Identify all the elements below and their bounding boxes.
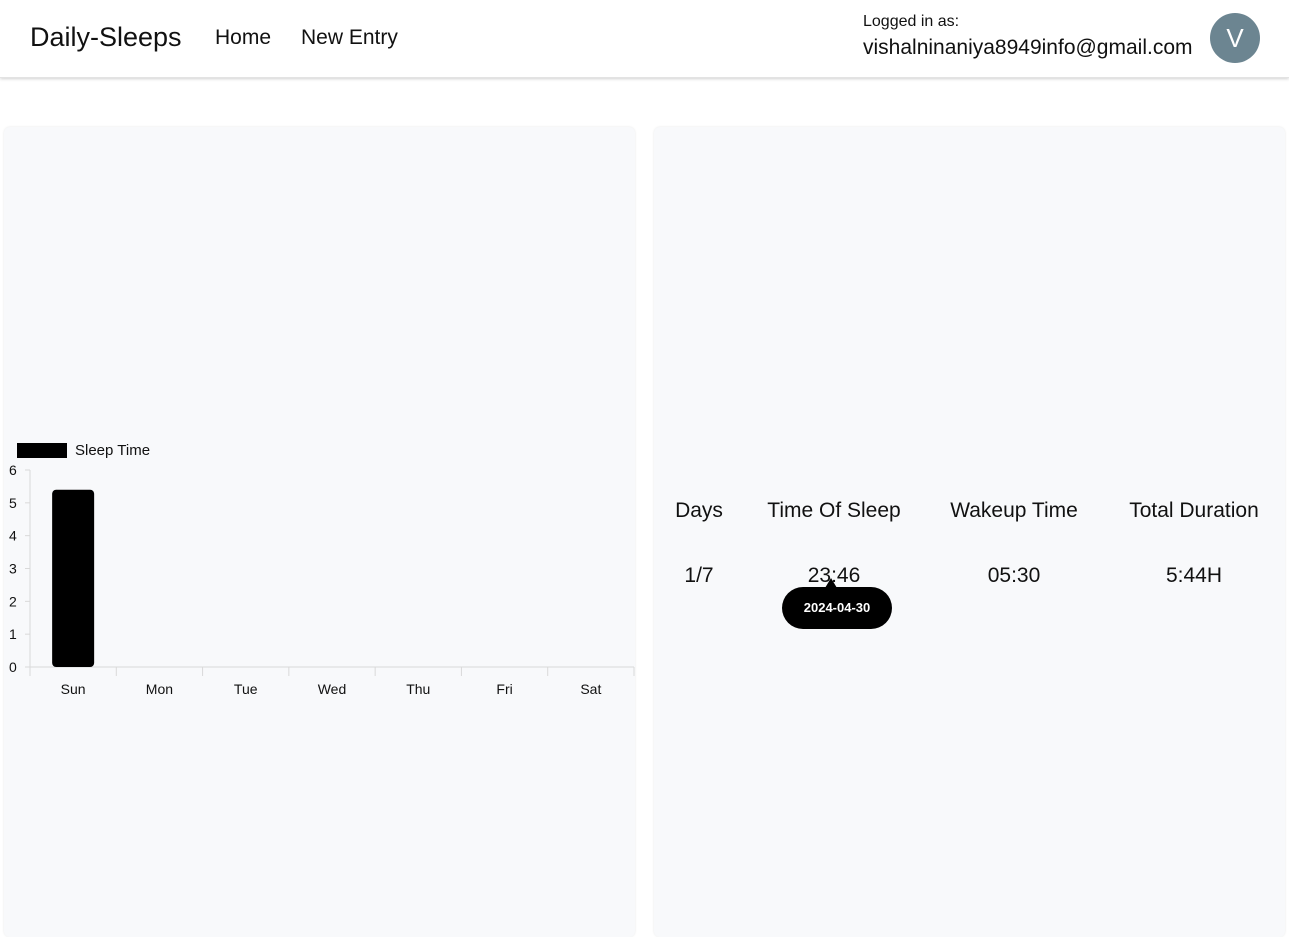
x-tick-label: Fri [496,681,512,697]
nav-link-new-entry[interactable]: New Entry [301,26,398,50]
x-tick-label: Mon [146,681,173,697]
y-tick-label: 5 [9,495,17,511]
table-cell-total-duration: 5:44H [1165,564,1223,587]
sleep-bar-chart: Sleep Time 0 1 2 3 4 5 6 Sun Mon Tue Wed Thu Fri Sat [9,442,635,697]
x-tick-label: Wed [318,681,347,697]
chart-panel: Sleep Time 0 1 2 3 4 5 6 Sun Mon Tue Wed Thu Fri Sat [4,127,635,937]
user-email: vishalninaniya8949info@gmail.com [863,36,1193,59]
y-tick-label: 4 [9,528,17,544]
brand-logo[interactable]: Daily-Sleeps [30,22,182,53]
table-header-time-of-sleep: Time Of Sleep [767,499,901,522]
y-tick-label: 1 [9,626,17,642]
logged-in-label: Logged in as: [863,13,960,30]
avatar[interactable]: V [1210,13,1260,63]
y-tick-label: 0 [9,659,17,675]
table-header-wakeup-time: Wakeup Time [950,499,1078,522]
table-panel [654,127,1285,937]
x-tick-label: Sun [61,681,86,697]
x-tick-label: Tue [234,681,258,697]
y-tick-label: 6 [9,462,17,478]
x-tick-label: Thu [406,681,430,697]
bar-sun [52,489,95,667]
table-header-total-duration: Total Duration [1129,499,1259,522]
table-cell-wakeup-time: 05:30 [987,564,1041,587]
legend-swatch [17,443,67,458]
top-navbar: Daily-Sleeps Home New Entry Logged in as… [0,0,1289,78]
x-tick-label: Sat [580,681,601,697]
legend-label: Sleep Time [75,442,150,459]
nav-link-home[interactable]: Home [215,26,271,50]
date-tooltip: 2024-04-30 [782,587,892,629]
y-tick-label: 3 [9,561,17,577]
y-tick-label: 2 [9,593,17,609]
